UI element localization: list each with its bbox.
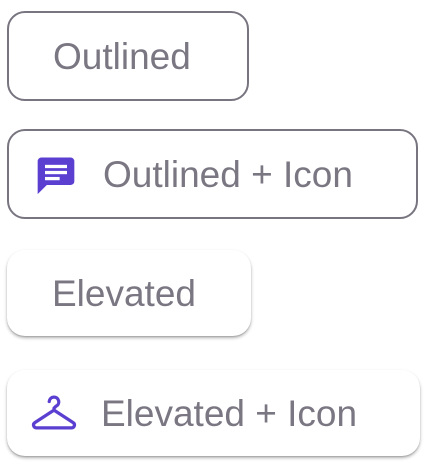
message-icon <box>31 149 81 199</box>
outlined-icon-chip-label: Outlined + Icon <box>103 153 353 195</box>
elevated-icon-chip[interactable]: Elevated + Icon <box>7 370 420 456</box>
outlined-icon-chip[interactable]: Outlined + Icon <box>7 129 418 219</box>
outlined-chip[interactable]: Outlined <box>7 11 249 101</box>
elevated-chip-label: Elevated <box>52 272 196 314</box>
hanger-icon <box>29 388 79 438</box>
outlined-chip-label: Outlined <box>53 35 191 77</box>
elevated-icon-chip-label: Elevated + Icon <box>101 392 358 434</box>
elevated-chip[interactable]: Elevated <box>7 250 251 336</box>
